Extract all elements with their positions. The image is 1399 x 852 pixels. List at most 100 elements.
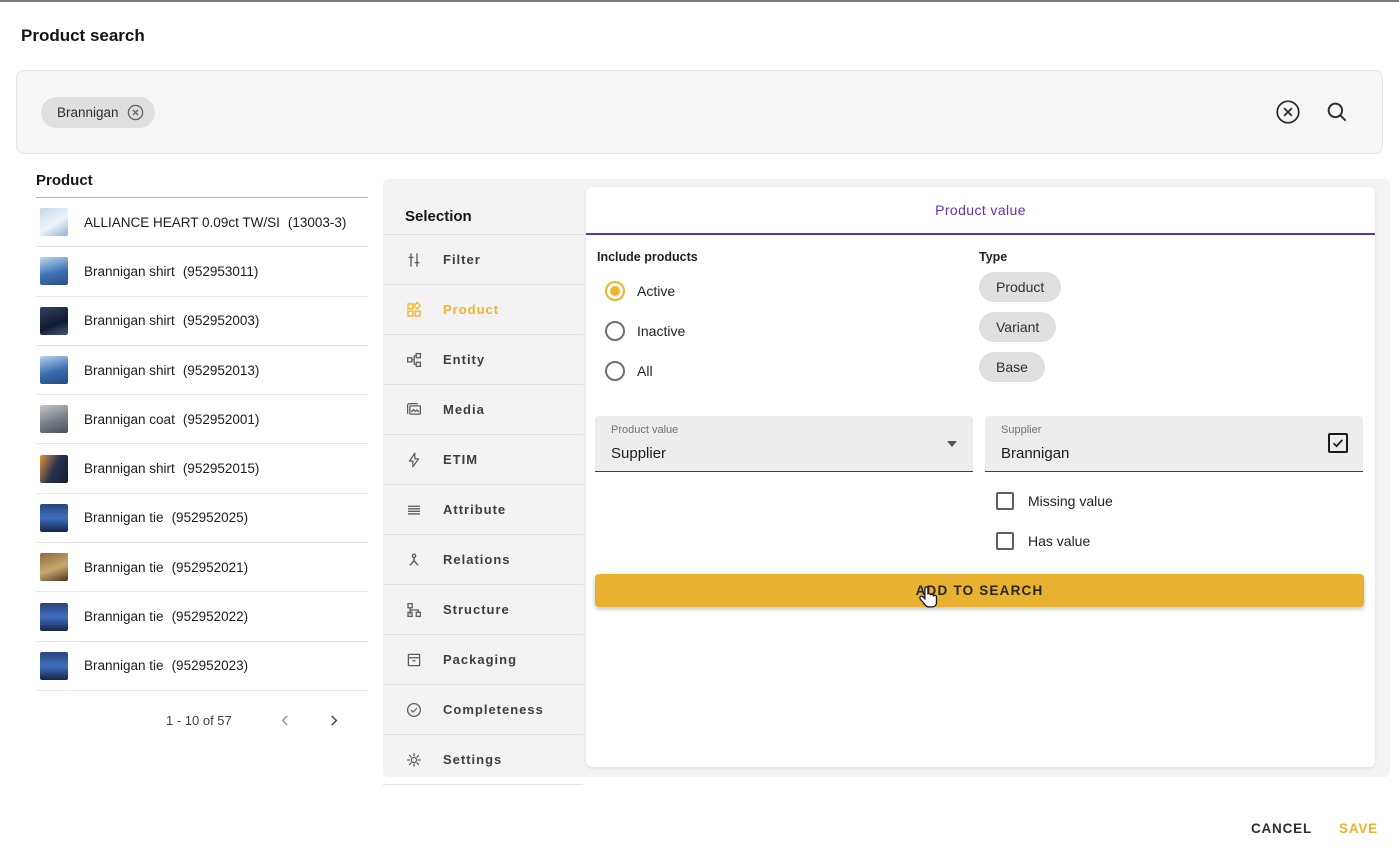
radio-button-icon: [605, 321, 625, 341]
search-builder-panel: Selection Filter Product: [383, 179, 1390, 777]
sidebar-item-relations[interactable]: Relations: [383, 535, 583, 585]
product-row[interactable]: Brannigan tie (952952025): [36, 494, 368, 543]
product-value-select[interactable]: Product value Supplier: [595, 416, 973, 472]
radio-button-icon: [605, 281, 625, 301]
sidebar-item-label: Attribute: [443, 502, 506, 517]
product-row[interactable]: Brannigan tie (952952022): [36, 592, 368, 641]
sidebar-item-label: Settings: [443, 752, 502, 767]
sidebar-item-filter[interactable]: Filter: [383, 235, 583, 285]
product-name: Brannigan shirt: [84, 363, 175, 378]
sidebar-item-structure[interactable]: Structure: [383, 585, 583, 635]
product-id: (952952025): [172, 510, 249, 525]
sidebar-item-label: Relations: [443, 552, 511, 567]
chevron-left-icon[interactable]: [274, 709, 298, 733]
type-chip-product[interactable]: Product: [979, 272, 1061, 302]
product-row[interactable]: Brannigan tie (952952023): [36, 642, 368, 691]
sidebar-item-label: Filter: [443, 252, 481, 267]
add-to-search-button[interactable]: ADD TO SEARCH: [595, 574, 1364, 607]
product-id: (952953011): [183, 264, 259, 279]
clear-search-icon[interactable]: [1274, 98, 1302, 126]
chip-remove-icon[interactable]: [126, 103, 145, 122]
type-chip-variant[interactable]: Variant: [979, 312, 1056, 342]
type-label: Type: [979, 250, 1007, 264]
search-chip[interactable]: Brannigan: [41, 97, 155, 128]
product-name: Brannigan tie: [84, 609, 164, 624]
product-thumbnail: [40, 603, 68, 631]
missing-value-checkbox[interactable]: Missing value: [996, 492, 1113, 510]
product-row[interactable]: Brannigan shirt (952952015): [36, 444, 368, 493]
product-list-header: Product: [36, 172, 368, 198]
sidebar-item-media[interactable]: Media: [383, 385, 583, 435]
tab-bar: Product value: [586, 187, 1375, 235]
product-name: Brannigan coat: [84, 412, 175, 427]
checkbox-icon: [996, 492, 1014, 510]
tab-product-value[interactable]: Product value: [935, 202, 1026, 218]
radio-active[interactable]: Active: [605, 281, 675, 301]
product-thumbnail: [40, 405, 68, 433]
page-title: Product search: [21, 26, 145, 46]
product-name: Brannigan tie: [84, 658, 164, 673]
product-result-list: Product ALLIANCE HEART 0.09ct TW/SI (1300…: [36, 172, 368, 739]
sidebar-item-packaging[interactable]: Packaging: [383, 635, 583, 685]
package-box-icon: [405, 651, 423, 669]
type-chip-base[interactable]: Base: [979, 352, 1045, 382]
sidebar-item-label: Structure: [443, 602, 510, 617]
sidebar-item-product[interactable]: Product: [383, 285, 583, 335]
sidebar-item-attribute[interactable]: Attribute: [383, 485, 583, 535]
product-thumbnail: [40, 257, 68, 285]
sidebar-item-etim[interactable]: ETIM: [383, 435, 583, 485]
product-name: ALLIANCE HEART 0.09ct TW/SI: [84, 215, 280, 230]
product-id: (13003-3): [288, 215, 347, 230]
paginator: 1 - 10 of 57: [36, 703, 368, 739]
product-thumbnail: [40, 208, 68, 236]
radio-inactive[interactable]: Inactive: [605, 321, 685, 341]
product-row[interactable]: ALLIANCE HEART 0.09ct TW/SI (13003-3): [36, 198, 368, 247]
media-image-icon: [405, 401, 423, 419]
product-row[interactable]: Brannigan coat(952952001): [36, 395, 368, 444]
sidebar-item-label: Packaging: [443, 652, 517, 667]
product-name: Brannigan shirt: [84, 313, 175, 328]
dropdown-arrow-icon: [947, 441, 957, 447]
product-row[interactable]: Brannigan shirt(952953011): [36, 247, 368, 296]
sidebar-item-completeness[interactable]: Completeness: [383, 685, 583, 735]
supplier-value-field[interactable]: Supplier Brannigan: [985, 416, 1363, 472]
product-id: (952952013): [183, 363, 260, 378]
include-products-label: Include products: [597, 250, 698, 264]
entity-nodes-icon: [405, 351, 423, 369]
sidebar-item-label: ETIM: [443, 452, 478, 467]
product-row[interactable]: Brannigan tie (952952021): [36, 543, 368, 592]
radio-button-icon: [605, 361, 625, 381]
search-icon[interactable]: [1324, 99, 1350, 125]
product-thumbnail: [40, 652, 68, 680]
chevron-right-icon[interactable]: [322, 709, 346, 733]
product-row[interactable]: Brannigan shirt(952952003): [36, 297, 368, 346]
checked-checkbox-icon[interactable]: [1328, 433, 1348, 453]
gear-icon: [405, 751, 423, 769]
product-id: (952952022): [172, 609, 249, 624]
lightning-icon: [405, 451, 423, 469]
filter-sliders-icon: [405, 251, 423, 269]
save-button[interactable]: SAVE: [1339, 821, 1378, 836]
product-id: (952952021): [172, 560, 249, 575]
checkbox-icon: [996, 532, 1014, 550]
radio-all[interactable]: All: [605, 361, 653, 381]
selection-sidebar: Selection Filter Product: [383, 179, 583, 777]
relations-icon: [405, 551, 423, 569]
product-name: Brannigan tie: [84, 560, 164, 575]
cancel-button[interactable]: CANCEL: [1251, 821, 1312, 836]
product-grid-icon: [405, 301, 423, 319]
product-thumbnail: [40, 504, 68, 532]
product-name: Brannigan shirt: [84, 461, 175, 476]
sidebar-item-entity[interactable]: Entity: [383, 335, 583, 385]
product-id: (952952023): [172, 658, 249, 673]
selection-title: Selection: [383, 179, 583, 235]
product-row[interactable]: Brannigan shirt (952952013): [36, 346, 368, 395]
sidebar-item-label: Completeness: [443, 702, 544, 717]
sidebar-item-settings[interactable]: Settings: [383, 735, 583, 785]
product-id: (952952015): [183, 461, 260, 476]
product-thumbnail: [40, 307, 68, 335]
has-value-checkbox[interactable]: Has value: [996, 532, 1090, 550]
search-input[interactable]: Brannigan: [16, 70, 1383, 154]
check-circle-icon: [405, 701, 423, 719]
product-name: Brannigan tie: [84, 510, 164, 525]
